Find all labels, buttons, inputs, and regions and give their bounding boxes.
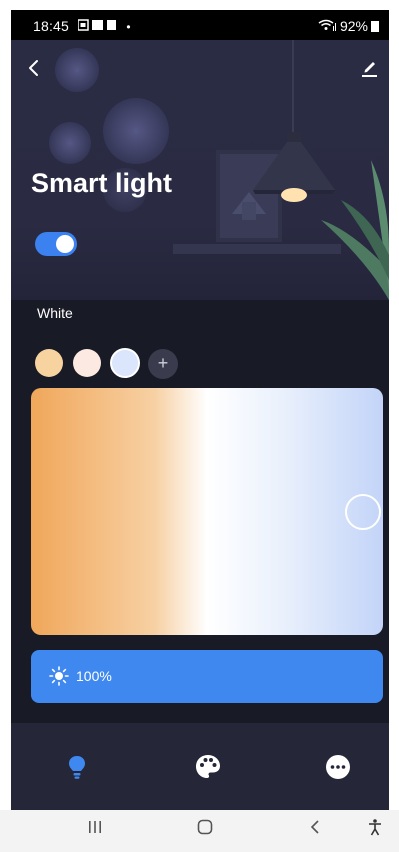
lamp-cord — [292, 40, 294, 136]
power-toggle[interactable] — [35, 232, 77, 256]
page-title: Smart light — [31, 168, 173, 198]
edit-pencil-icon — [362, 62, 377, 77]
dot-icon: • — [126, 20, 134, 34]
notification-icons: • — [77, 19, 134, 34]
sun-icon — [49, 666, 69, 686]
home-button[interactable] — [196, 818, 214, 841]
status-bar: 18:45 • 92% — [11, 10, 389, 40]
tab-more[interactable] — [323, 752, 353, 782]
color-mode-label: White — [37, 305, 73, 321]
system-back-button[interactable] — [306, 818, 324, 841]
preset-swatch-warm[interactable] — [35, 349, 63, 377]
toggle-knob — [56, 235, 74, 253]
picker-handle[interactable] — [345, 494, 381, 530]
wifi-signal-icon — [318, 19, 337, 31]
notification-icon — [77, 19, 116, 31]
brightness-slider[interactable]: 100% — [31, 650, 383, 703]
palette-icon — [196, 755, 220, 778]
home-icon — [197, 819, 213, 835]
back-arrow-icon — [29, 60, 38, 76]
white-temperature-picker[interactable] — [31, 388, 383, 635]
status-time: 18:45 — [33, 18, 70, 34]
status-right: 92% — [318, 18, 379, 34]
battery-text: 92% — [339, 18, 368, 34]
back-button[interactable] — [23, 56, 47, 80]
bulb-icon — [69, 756, 85, 779]
accessibility-icon — [369, 819, 381, 836]
brightness-value: 100% — [76, 668, 112, 684]
bokeh-decoration — [49, 122, 91, 164]
edit-button[interactable] — [359, 58, 379, 78]
tab-light[interactable] — [62, 752, 92, 782]
accessibility-button[interactable] — [366, 818, 384, 841]
more-icon — [326, 755, 350, 779]
add-preset-button[interactable]: + — [148, 349, 178, 379]
app-screen: 18:45 • 92% Smart light White + 100% — [11, 10, 389, 810]
tab-scenes[interactable] — [193, 752, 223, 782]
bokeh-decoration — [103, 98, 169, 164]
recent-apps-button[interactable] — [86, 818, 104, 841]
preset-swatch-cool-selected[interactable] — [110, 348, 140, 378]
system-nav-bar — [0, 810, 399, 852]
system-back-icon — [310, 820, 319, 834]
battery-icon — [371, 21, 379, 32]
recent-apps-icon — [89, 821, 101, 833]
bokeh-decoration — [55, 48, 99, 92]
hero-banner: Smart light — [11, 40, 389, 300]
plant-illustration — [321, 160, 389, 300]
preset-swatch-soft[interactable] — [73, 349, 101, 377]
